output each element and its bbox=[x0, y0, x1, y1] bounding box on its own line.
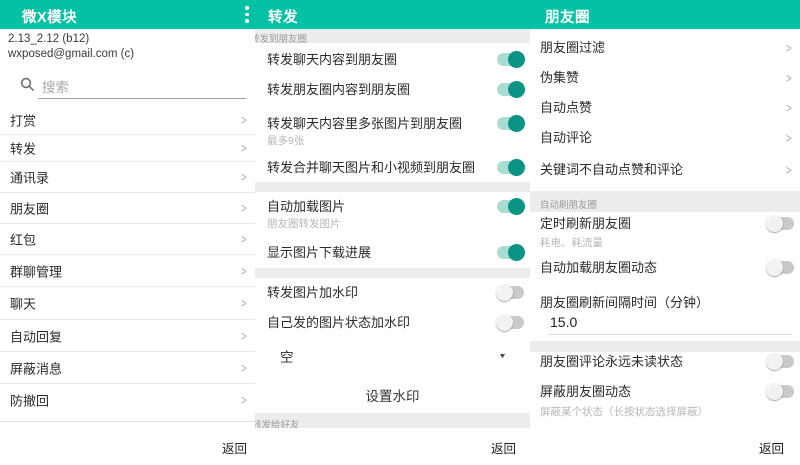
chevron-right-icon: > bbox=[786, 163, 792, 178]
setting-row[interactable]: 转发聊天内容到朋友圈 bbox=[255, 51, 530, 69]
divider bbox=[0, 421, 255, 422]
toggle-switch-off[interactable] bbox=[497, 286, 524, 299]
setting-row[interactable]: 定时刷新朋友圈 bbox=[530, 215, 800, 233]
module-title: 微X模块 bbox=[22, 6, 77, 27]
back-button[interactable]: 返回 bbox=[759, 438, 784, 457]
watermark-spinner[interactable]: 空 ▼ bbox=[255, 349, 530, 367]
section-divider bbox=[530, 341, 800, 352]
chevron-right-icon: > bbox=[786, 101, 792, 116]
module-panel: 微X模块 2.13_2.12 (b12) wxposed@gmail.com (… bbox=[0, 0, 255, 465]
setting-row[interactable]: 屏蔽朋友圈动态 bbox=[530, 383, 800, 401]
search-input[interactable]: 搜索 bbox=[42, 76, 69, 96]
back-button[interactable]: 返回 bbox=[222, 438, 247, 457]
forward-title: 转发 bbox=[268, 6, 298, 27]
section-header-forward-to-moments: 转发到朋友圈 bbox=[255, 29, 530, 43]
setting-row[interactable]: 转发合并聊天图片和小视频到朋友圈 bbox=[255, 159, 530, 177]
nav-item-keyword-exclude[interactable]: 关键词不自动点赞和评论> bbox=[530, 161, 800, 179]
sidebar-item-group-manage[interactable]: 群聊管理> bbox=[0, 255, 255, 287]
toggle-switch-off[interactable] bbox=[767, 355, 794, 368]
chevron-right-icon: > bbox=[786, 41, 792, 56]
setting-row[interactable]: 转发聊天内容里多张图片到朋友圈 bbox=[255, 115, 530, 133]
chevron-right-icon: > bbox=[241, 393, 247, 408]
sidebar-item-contacts[interactable]: 通讯录> bbox=[0, 162, 255, 193]
setting-row[interactable]: 转发图片加水印 bbox=[255, 284, 530, 302]
chevron-right-icon: > bbox=[786, 71, 792, 86]
sidebar-item-moments[interactable]: 朋友圈> bbox=[0, 193, 255, 224]
toggle-switch-on[interactable] bbox=[497, 246, 524, 259]
chevron-right-icon: > bbox=[241, 263, 247, 278]
back-button[interactable]: 返回 bbox=[491, 438, 516, 457]
forward-panel: 转发 转发到朋友圈 转发聊天内容到朋友圈 转发朋友圈内容到朋友圈 转发聊天内容里… bbox=[255, 0, 530, 465]
sidebar-item-reward[interactable]: 打赏> bbox=[0, 105, 255, 135]
setting-row[interactable]: 转发朋友圈内容到朋友圈 bbox=[255, 81, 530, 99]
interval-input[interactable]: 15.0 bbox=[550, 314, 577, 330]
toggle-switch-off[interactable] bbox=[767, 261, 794, 274]
setting-row[interactable]: 自动加载图片 bbox=[255, 198, 530, 216]
nav-item-moments-filter[interactable]: 朋友圈过滤> bbox=[530, 39, 800, 57]
section-divider bbox=[255, 182, 530, 192]
dropdown-caret-icon: ▼ bbox=[498, 353, 507, 360]
toggle-switch-on[interactable] bbox=[497, 200, 524, 213]
chevron-right-icon: > bbox=[241, 170, 247, 185]
overflow-menu-icon[interactable] bbox=[244, 6, 250, 26]
input-underline bbox=[548, 334, 792, 335]
moments-app-bar: 朋友圈 bbox=[530, 0, 800, 29]
sidebar-item-forward[interactable]: 转发> bbox=[0, 135, 255, 162]
sidebar-item-redpacket[interactable]: 红包> bbox=[0, 224, 255, 255]
screenshot-root: 微X模块 2.13_2.12 (b12) wxposed@gmail.com (… bbox=[0, 0, 800, 465]
moments-title: 朋友圈 bbox=[545, 6, 590, 27]
sidebar-item-block-messages[interactable]: 屏蔽消息> bbox=[0, 352, 255, 384]
setting-row[interactable]: 自己发的图片状态加水印 bbox=[255, 314, 530, 332]
sidebar-item-auto-reply[interactable]: 自动回复> bbox=[0, 320, 255, 352]
nav-item-auto-comment[interactable]: 自动评论> bbox=[530, 129, 800, 147]
setting-row[interactable]: 自动加载朋友圈动态 bbox=[530, 259, 800, 277]
chevron-right-icon: > bbox=[241, 141, 247, 156]
sidebar-item-chat[interactable]: 聊天> bbox=[0, 287, 255, 320]
toggle-switch-off[interactable] bbox=[767, 385, 794, 398]
setting-subtitle: 最多9张 bbox=[267, 133, 304, 148]
chevron-right-icon: > bbox=[786, 131, 792, 146]
setting-row[interactable]: 显示图片下载进展 bbox=[255, 244, 530, 262]
setting-subtitle: 屏蔽某个状态（长按状态选择屏蔽） bbox=[540, 404, 708, 419]
module-email: wxposed@gmail.com (c) bbox=[8, 48, 134, 60]
toggle-switch-on[interactable] bbox=[497, 53, 524, 66]
setting-row[interactable]: 朋友圈评论永远未读状态 bbox=[530, 353, 800, 371]
interval-label-row: 朋友圈刷新间隔时间（分钟） bbox=[530, 294, 800, 312]
search-underline bbox=[38, 98, 246, 99]
chevron-right-icon: > bbox=[241, 296, 247, 311]
toggle-switch-off[interactable] bbox=[497, 316, 524, 329]
module-app-bar: 微X模块 bbox=[0, 0, 255, 29]
setting-subtitle: 耗电、耗流量 bbox=[540, 235, 603, 250]
setting-subtitle: 朋友圈转发图片 bbox=[267, 216, 341, 231]
section-header-forward-to-friend: 转发给好友 bbox=[255, 413, 530, 428]
toggle-switch-on[interactable] bbox=[497, 161, 524, 174]
forward-app-bar: 转发 bbox=[255, 0, 530, 29]
section-header-auto-refresh: 自动刷朋友圈 bbox=[530, 191, 800, 212]
toggle-switch-on[interactable] bbox=[497, 83, 524, 96]
search-icon bbox=[20, 77, 35, 97]
toggle-switch-off[interactable] bbox=[767, 217, 794, 230]
section-divider bbox=[255, 268, 530, 278]
chevron-right-icon: > bbox=[241, 328, 247, 343]
module-version: 2.13_2.12 (b12) bbox=[8, 33, 89, 45]
chevron-right-icon: > bbox=[241, 232, 247, 247]
chevron-right-icon: > bbox=[241, 360, 247, 375]
nav-item-auto-like[interactable]: 自动点赞> bbox=[530, 99, 800, 117]
sidebar-item-anti-recall[interactable]: 防撤回> bbox=[0, 384, 255, 416]
spinner-value: 空 bbox=[280, 349, 294, 367]
chevron-right-icon: > bbox=[241, 201, 247, 216]
toggle-switch-on[interactable] bbox=[497, 117, 524, 130]
chevron-right-icon: > bbox=[241, 112, 247, 127]
nav-item-fake-likes[interactable]: 伪集赞> bbox=[530, 69, 800, 87]
moments-panel: 朋友圈 朋友圈过滤> 伪集赞> 自动点赞> 自动评论> 关键词不自动点赞和评论>… bbox=[530, 0, 800, 465]
set-watermark-button[interactable]: 设置水印 bbox=[255, 385, 530, 405]
